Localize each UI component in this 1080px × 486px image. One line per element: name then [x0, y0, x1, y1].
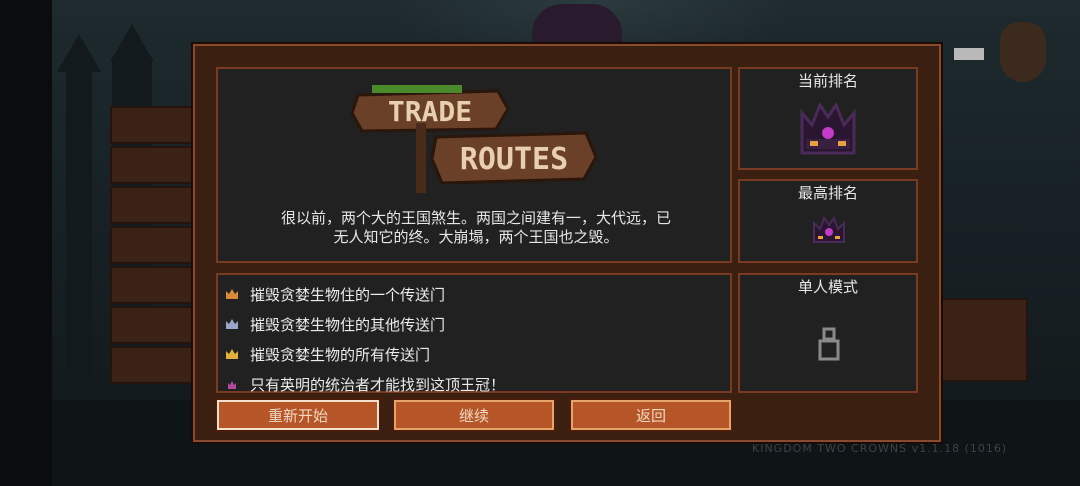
logo-word-trade: TRADE	[388, 95, 472, 128]
single-player-panel: 单人模式	[738, 273, 918, 393]
objective-text: 只有英明的统治者才能找到这顶王冠！	[250, 375, 506, 394]
description-line: 无人知它的终。大崩塌，两个王国也之毁。	[333, 228, 619, 246]
best-rank-panel: 最高排名	[738, 179, 918, 263]
objective-text: 摧毁贪婪生物的所有传送门	[250, 345, 431, 364]
best-rank-label: 最高排名	[797, 184, 858, 202]
objective-text: 摧毁贪婪生物住的其他传送门	[250, 315, 446, 334]
mode-label: 单人模式	[797, 278, 858, 296]
gold-crown-icon	[226, 349, 238, 359]
restart-button[interactable]: 重新开始	[217, 400, 379, 430]
dark-crown-icon	[813, 215, 845, 243]
objective-item: 摧毁贪婪生物的所有传送门	[224, 339, 505, 369]
objective-list: 摧毁贪婪生物住的一个传送门 摧毁贪婪生物住的其他传送门 摧毁贪婪生物的所有传送门…	[224, 279, 505, 399]
crown-objectives-panel: 摧毁贪婪生物住的一个传送门 摧毁贪婪生物住的其他传送门 摧毁贪婪生物的所有传送门…	[216, 273, 732, 394]
back-button[interactable]: 返回	[571, 400, 731, 430]
continue-button[interactable]: 继续	[394, 400, 554, 430]
trade-routes-logo: TRADE ROUTES	[350, 85, 598, 193]
player-figure-icon	[818, 327, 840, 361]
silver-crown-icon	[226, 319, 238, 329]
version-watermark: KINGDOM TWO CROWNS v1.1.18 (1016)	[752, 442, 1008, 455]
background-board	[932, 298, 1028, 382]
dark-crown-icon	[800, 101, 856, 155]
objective-text: 摧毁贪婪生物住的一个传送门	[250, 285, 446, 304]
current-rank-label: 当前排名	[797, 72, 858, 90]
portal-ornament	[532, 4, 622, 44]
castle-tower	[66, 70, 92, 400]
coin-bag-icon[interactable]	[1000, 22, 1046, 82]
logo-word-routes: ROUTES	[460, 142, 568, 177]
challenge-info-panel: TRADE ROUTES 很以前，两个大的王国煞生。两国之间建有一，大代远，已 …	[216, 67, 732, 263]
secret-crown-icon	[228, 381, 236, 389]
challenge-description: 很以前，两个大的王国煞生。两国之间建有一，大代远，已 无人知它的终。大崩塌，两个…	[236, 209, 716, 247]
objective-item: 只有英明的统治者才能找到这顶王冠！	[224, 369, 505, 399]
current-rank-panel: 当前排名	[738, 67, 918, 170]
objective-item: 摧毁贪婪生物住的一个传送门	[224, 279, 505, 309]
bronze-crown-icon	[226, 289, 238, 299]
tower-roof	[110, 24, 154, 62]
hud-bar	[954, 48, 984, 60]
objective-item: 摧毁贪婪生物住的其他传送门	[224, 309, 505, 339]
trade-routes-dialog: TRADE ROUTES 很以前，两个大的王国煞生。两国之间建有一，大代远，已 …	[193, 44, 941, 442]
description-line: 很以前，两个大的王国煞生。两国之间建有一，大代远，已	[280, 209, 671, 227]
tower-roof	[57, 34, 101, 72]
